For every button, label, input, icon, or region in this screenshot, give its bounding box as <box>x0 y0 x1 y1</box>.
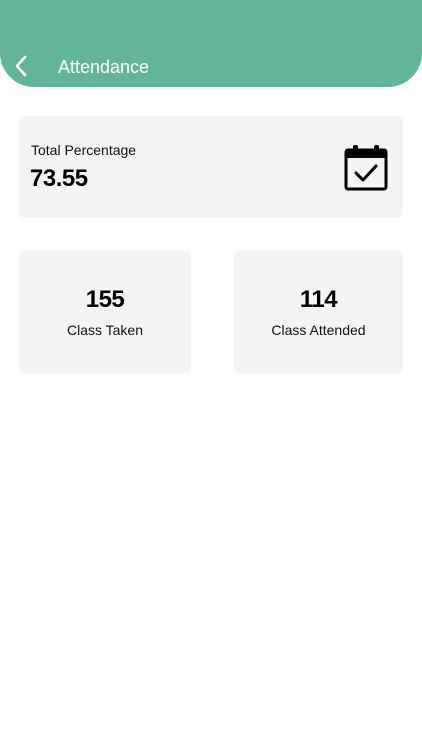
app-bar: Attendance <box>0 0 422 87</box>
class-attended-card: 114 Class Attended <box>234 251 403 373</box>
total-percentage-value: 73.55 <box>30 165 88 192</box>
class-taken-value: 155 <box>85 286 125 313</box>
chevron-left-icon <box>15 55 27 77</box>
calendar-check-icon <box>344 145 388 191</box>
class-taken-label: Class Taken <box>66 322 143 338</box>
class-attended-value: 114 <box>299 286 338 313</box>
total-percentage-label: Total Percentage <box>31 142 137 158</box>
back-button[interactable] <box>6 50 36 82</box>
total-percentage-card: Total Percentage 73.55 <box>19 116 403 218</box>
class-attended-label: Class Attended <box>271 322 366 338</box>
class-taken-card: 155 Class Taken <box>19 251 191 373</box>
page-title: Attendance <box>58 57 150 77</box>
